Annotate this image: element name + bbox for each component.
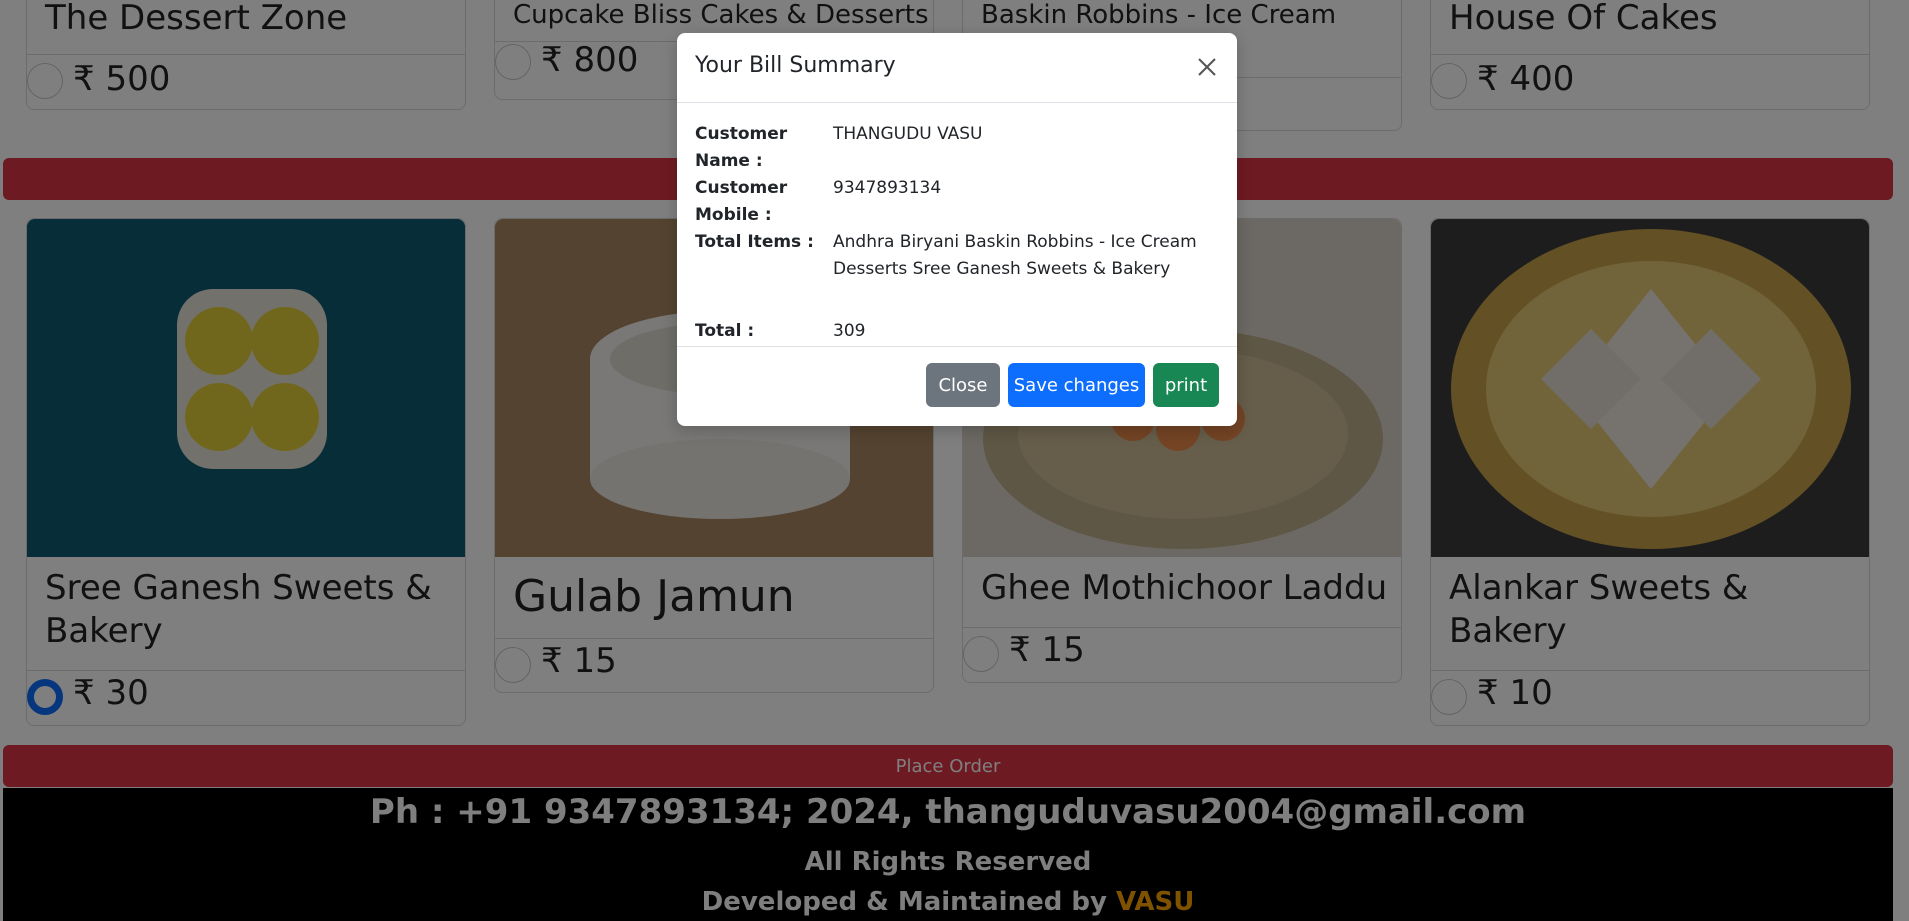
bill-label: Total : xyxy=(695,321,755,341)
bill-label: Customer Name : xyxy=(695,124,788,171)
modal-title: Your Bill Summary xyxy=(695,53,896,78)
bill-label: Total Items : xyxy=(695,232,814,252)
close-button[interactable]: Close xyxy=(926,363,1000,407)
bill-value: 9347893134 xyxy=(833,178,942,198)
close-icon[interactable] xyxy=(1191,51,1223,83)
bill-value: THANGUDU VASU xyxy=(833,124,983,144)
print-button[interactable]: print xyxy=(1153,363,1219,407)
modal-header: Your Bill Summary xyxy=(677,33,1237,103)
save-changes-button[interactable]: Save changes xyxy=(1008,363,1145,407)
bill-summary-modal: Your Bill Summary Customer Name : THANGU… xyxy=(677,33,1237,426)
modal-footer: Close Save changes print xyxy=(677,346,1237,426)
bill-value: Andhra Biryani Baskin Robbins - Ice Crea… xyxy=(833,232,1197,279)
bill-label: Customer Mobile : xyxy=(695,178,788,225)
bill-value: 309 xyxy=(833,321,866,341)
